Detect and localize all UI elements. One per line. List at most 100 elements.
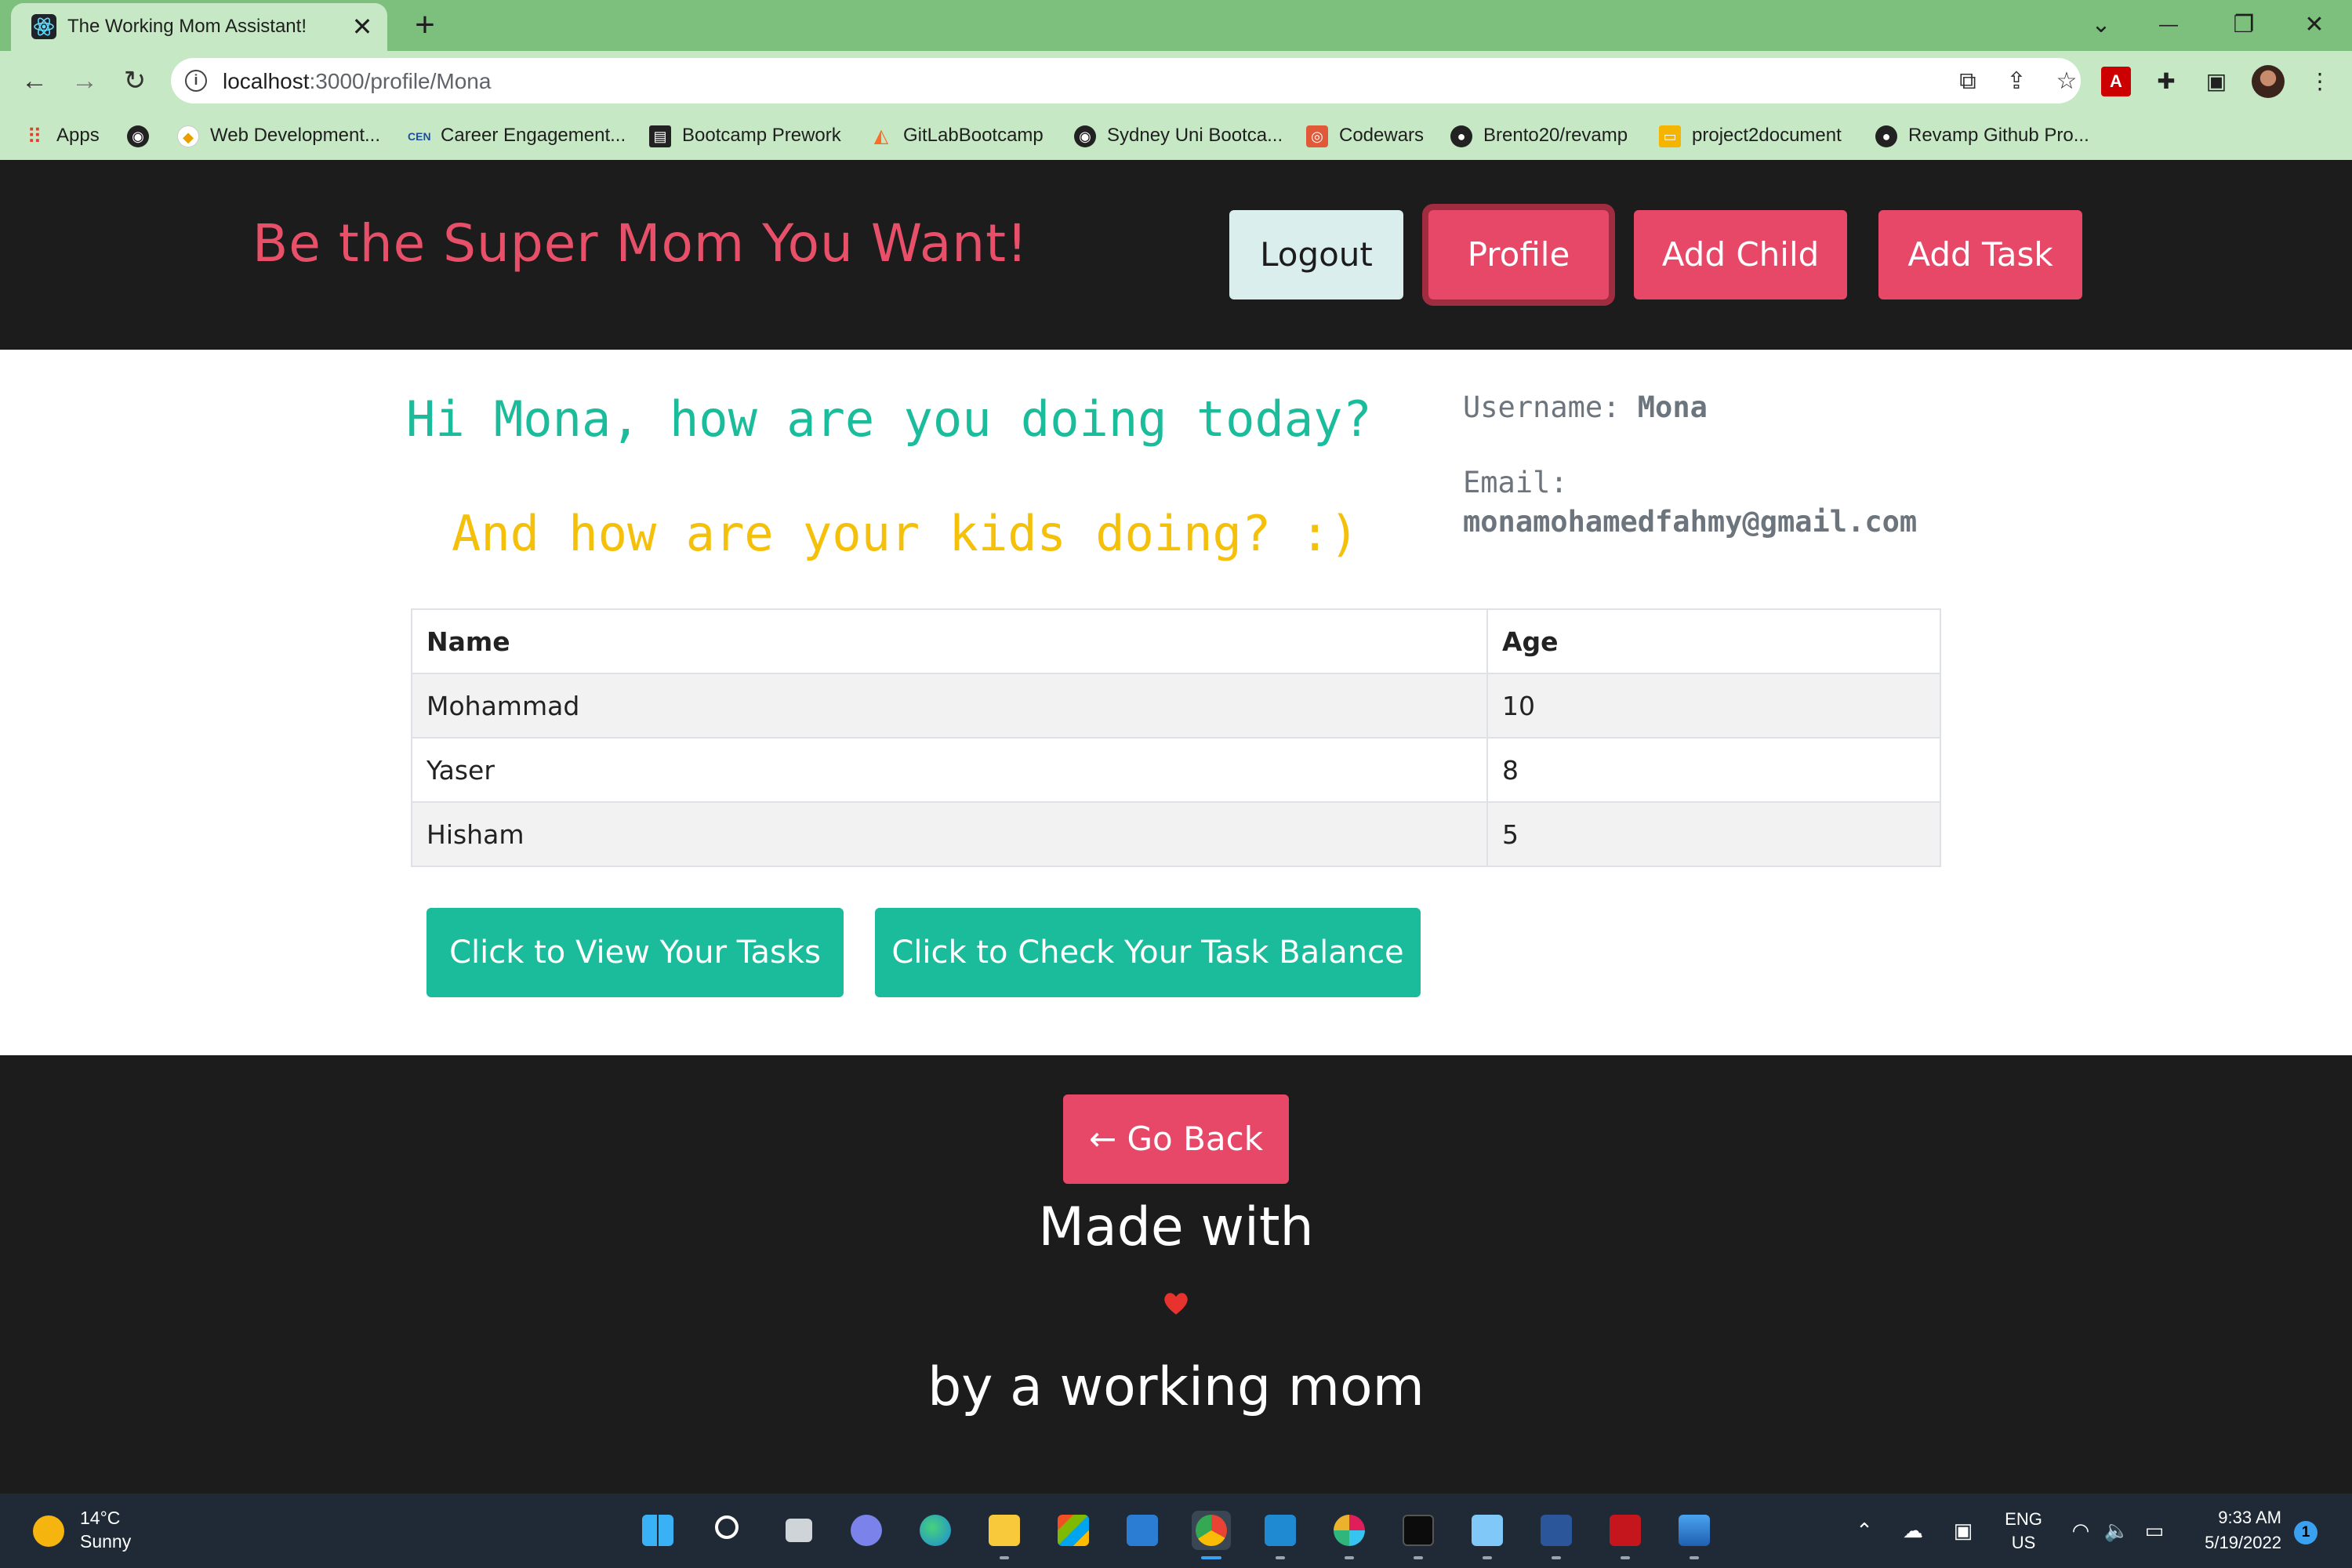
keyboard-region[interactable]: US — [2001, 1533, 2046, 1553]
site-info-icon[interactable]: i — [185, 70, 207, 92]
chrome-browser-icon[interactable] — [1192, 1511, 1231, 1559]
bookmark-label: Web Development... — [210, 125, 380, 146]
windows-start-icon[interactable] — [638, 1511, 677, 1550]
sun-weather-icon[interactable] — [33, 1515, 64, 1547]
add-child-button[interactable]: Add Child — [1634, 210, 1847, 299]
apps-grid-icon: ⠿ — [27, 124, 42, 148]
teams-chat-icon[interactable] — [847, 1511, 886, 1550]
wifi-icon[interactable]: ◠ — [2067, 1512, 2095, 1548]
add-task-button[interactable]: Add Task — [1878, 210, 2082, 299]
child-age-cell: 10 — [1486, 673, 1941, 739]
extensions-puzzle-icon[interactable]: ✚ — [2151, 67, 2181, 96]
vscode-icon[interactable] — [1261, 1511, 1300, 1559]
word-icon[interactable] — [1537, 1511, 1576, 1559]
weather-temperature[interactable]: 14°C — [80, 1508, 120, 1529]
logout-button[interactable]: Logout — [1229, 210, 1403, 299]
child-name-cell: Yaser — [411, 737, 1488, 803]
slides-icon: ▭ — [1659, 125, 1681, 147]
username-line: Username: Mona — [1463, 390, 1708, 424]
mail-icon[interactable] — [1123, 1511, 1162, 1550]
web-icon: ◆ — [177, 125, 199, 147]
terminal-icon[interactable] — [1399, 1511, 1438, 1559]
bookmark-gitlab-bootcamp[interactable]: ◭ GitLabBootcamp — [870, 122, 1044, 149]
side-panel-icon[interactable]: ▣ — [2201, 67, 2231, 96]
by-working-mom-text: by a working mom — [927, 1356, 1425, 1418]
profile-button[interactable]: Profile — [1422, 204, 1615, 306]
site-header: Be the Super Mom You Want! Logout Profil… — [0, 160, 2352, 350]
column-header-name: Name — [411, 608, 1488, 674]
child-age-cell: 5 — [1486, 801, 1941, 867]
table-row: Yaser 8 — [411, 737, 1941, 803]
email-label: Email: — [1463, 466, 1568, 499]
acrobat-extension-icon[interactable]: A — [2101, 67, 2131, 96]
open-external-icon[interactable]: ⧉ — [1952, 66, 1984, 97]
new-tab-button[interactable]: + — [408, 8, 442, 42]
tab-title: The Working Mom Assistant! — [67, 16, 307, 37]
url-path: :3000/profile/Mona — [309, 69, 492, 93]
bookmark-star-icon[interactable]: ☆ — [2051, 66, 2082, 97]
display-icon[interactable]: ▣ — [1947, 1512, 1979, 1548]
tab-close-icon[interactable]: ✕ — [348, 13, 376, 41]
bookmark-web-development[interactable]: ◆ Web Development... — [177, 122, 380, 149]
hidden-icons-chevron-icon[interactable]: ⌃ — [1850, 1512, 1878, 1548]
bookmark-codewars[interactable]: ◎ Codewars — [1306, 122, 1424, 149]
bookmark-label: GitLabBootcamp — [903, 125, 1044, 146]
bookmark-project2document[interactable]: ▭ project2document — [1659, 122, 1842, 149]
close-window-icon[interactable]: ✕ — [2297, 8, 2332, 42]
task-balance-button[interactable]: Click to Check Your Task Balance — [875, 908, 1421, 997]
weather-description[interactable]: Sunny — [80, 1531, 131, 1552]
search-icon[interactable] — [709, 1511, 748, 1550]
restore-icon[interactable]: ❐ — [2227, 8, 2261, 42]
view-tasks-button[interactable]: Click to View Your Tasks — [426, 908, 844, 997]
minimize-icon[interactable]: — — [2151, 8, 2186, 42]
edge-browser-icon[interactable] — [916, 1511, 955, 1550]
back-arrow-icon[interactable]: ← — [17, 64, 52, 98]
address-bar[interactable]: i localhost:3000/profile/Mona ⧉ ⇪ ☆ — [171, 58, 2081, 103]
notification-badge[interactable]: 1 — [2294, 1521, 2318, 1544]
running-indicator — [1621, 1556, 1630, 1559]
volume-icon[interactable]: 🔈 — [2103, 1512, 2131, 1548]
clock-date[interactable]: 5/19/2022 — [2187, 1533, 2281, 1553]
table-row: Hisham 5 — [411, 801, 1941, 867]
file-explorer-icon[interactable] — [985, 1511, 1024, 1559]
bookmark-sydney-uni[interactable]: ◉ Sydney Uni Bootca... — [1074, 122, 1283, 149]
slack-icon[interactable] — [1330, 1511, 1369, 1559]
codewars-icon: ◎ — [1306, 125, 1328, 147]
url-text[interactable]: localhost:3000/profile/Mona — [223, 69, 491, 94]
photos-icon[interactable] — [1675, 1511, 1714, 1559]
bookmark-label: Bootcamp Prework — [682, 125, 841, 146]
bookmark-apps[interactable]: ⠿ Apps — [24, 122, 99, 149]
browser-tab[interactable]: The Working Mom Assistant! ✕ — [11, 3, 387, 51]
heart-icon — [1164, 1293, 1188, 1315]
task-view-icon[interactable] — [779, 1511, 818, 1550]
share-icon[interactable]: ⇪ — [2001, 66, 2032, 97]
bookmarks-bar: ⠿ Apps ◉ ◆ Web Development... CEN Career En… — [0, 111, 2352, 160]
github-icon: ● — [1875, 125, 1897, 147]
kids-table: Name Age Mohammad 10 Yaser 8 Hisham 5 — [411, 608, 1941, 867]
bookmark-world[interactable]: ◉ — [127, 122, 160, 149]
profile-avatar[interactable] — [2252, 65, 2285, 98]
reload-icon[interactable]: ↻ — [118, 64, 152, 98]
menu-kebab-icon[interactable]: ⋮ — [2305, 67, 2335, 96]
language-code[interactable]: ENG — [2001, 1509, 2046, 1530]
bookmark-label: Career Engagement... — [441, 125, 626, 146]
running-indicator — [1690, 1556, 1699, 1559]
go-back-button[interactable]: ← Go Back — [1063, 1094, 1289, 1184]
tab-search-icon[interactable]: ⌄ — [2084, 8, 2118, 42]
github-icon: ● — [1450, 125, 1472, 147]
bookmark-brento20-revamp[interactable]: ● Brento20/revamp — [1450, 122, 1628, 149]
bookmark-revamp-github[interactable]: ● Revamp Github Pro... — [1875, 122, 2089, 149]
onedrive-cloud-icon[interactable]: ☁ — [1897, 1512, 1929, 1548]
bookmark-career-engagement[interactable]: CEN Career Engagement... — [408, 122, 626, 149]
forward-arrow-icon[interactable]: → — [67, 64, 102, 98]
clock-time[interactable]: 9:33 AM — [2187, 1508, 2281, 1528]
microsoft-store-icon[interactable] — [1054, 1511, 1093, 1550]
windows-taskbar: 14°C Sunny ⌃ ☁ ▣ ENG US ◠ 🔈 ▭ 9:33 AM 5/… — [0, 1494, 2352, 1568]
site-footer: ← Go Back Made with by a working mom — [0, 1055, 2352, 1494]
battery-icon[interactable]: ▭ — [2139, 1512, 2170, 1548]
bookmark-bootcamp-prework[interactable]: ▤ Bootcamp Prework — [649, 122, 841, 149]
acrobat-reader-icon[interactable] — [1606, 1511, 1645, 1559]
table-row: Mohammad 10 — [411, 673, 1941, 739]
running-indicator — [1276, 1556, 1285, 1559]
notepad-icon[interactable] — [1468, 1511, 1507, 1559]
